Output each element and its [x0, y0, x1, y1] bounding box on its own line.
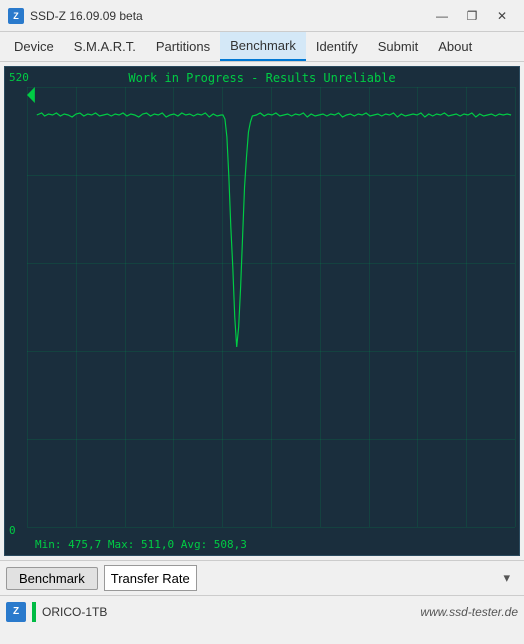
maximize-button[interactable]: ❐: [458, 5, 486, 27]
menu-identify[interactable]: Identify: [306, 32, 368, 61]
status-bar: Z ORICO-1TB www.ssd-tester.de: [0, 595, 524, 627]
menu-about[interactable]: About: [428, 32, 482, 61]
app-icon: Z: [8, 8, 24, 24]
chart-y-max: 520: [9, 71, 29, 84]
chart-title: Work in Progress - Results Unreliable: [128, 71, 395, 85]
drive-activity-indicator: [32, 602, 36, 622]
close-button[interactable]: ✕: [488, 5, 516, 27]
menu-bar: Device S.M.A.R.T. Partitions Benchmark I…: [0, 32, 524, 62]
status-app-icon: Z: [6, 602, 26, 622]
benchmark-chart: Work in Progress - Results Unreliable 52…: [4, 66, 520, 556]
menu-device[interactable]: Device: [4, 32, 64, 61]
transfer-type-selector[interactable]: Transfer Rate Read Speed Write Speed Acc…: [104, 565, 518, 591]
benchmark-button[interactable]: Benchmark: [6, 567, 98, 590]
menu-benchmark[interactable]: Benchmark: [220, 32, 306, 61]
watermark: www.ssd-tester.de: [420, 605, 518, 619]
chart-y-min: 0: [9, 524, 16, 537]
menu-partitions[interactable]: Partitions: [146, 32, 220, 61]
transfer-dropdown[interactable]: Transfer Rate Read Speed Write Speed Acc…: [104, 565, 197, 591]
chart-waveform: [27, 87, 515, 527]
menu-submit[interactable]: Submit: [368, 32, 428, 61]
bottom-toolbar: Benchmark Transfer Rate Read Speed Write…: [0, 560, 524, 595]
menu-smart[interactable]: S.M.A.R.T.: [64, 32, 146, 61]
title-bar: Z SSD-Z 16.09.09 beta — ❐ ✕: [0, 0, 524, 32]
minimize-button[interactable]: —: [428, 5, 456, 27]
drive-name: ORICO-1TB: [42, 605, 107, 619]
window-controls: — ❐ ✕: [428, 5, 516, 27]
app-title: SSD-Z 16.09.09 beta: [30, 9, 428, 23]
chart-stats: Min: 475,7 Max: 511,0 Avg: 508,3: [35, 538, 247, 551]
